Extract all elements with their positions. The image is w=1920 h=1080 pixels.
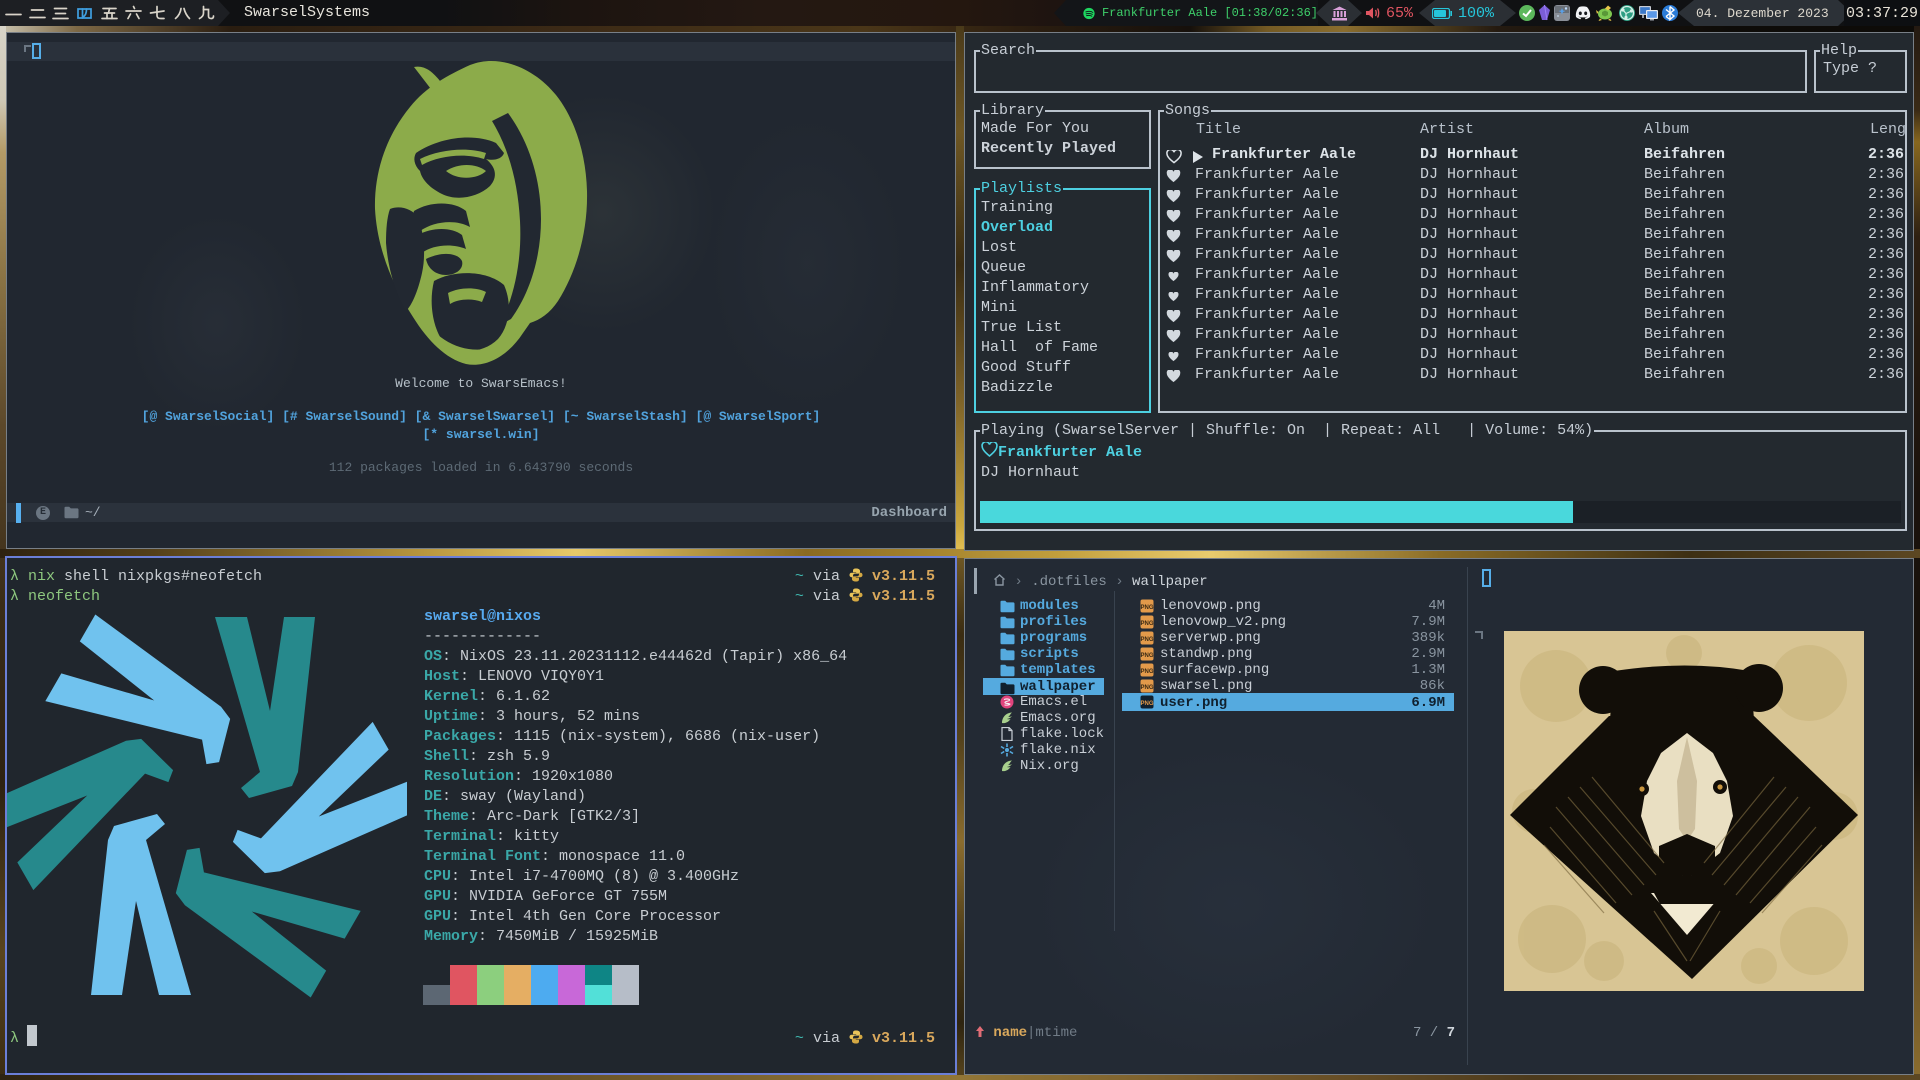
- svg-text:PNG: PNG: [1140, 653, 1153, 659]
- svg-text:PNG: PNG: [1140, 637, 1153, 643]
- svg-text:PNG: PNG: [1140, 621, 1153, 627]
- svg-text:PNG: PNG: [1140, 605, 1153, 611]
- svg-text:PNG: PNG: [1140, 701, 1153, 707]
- svg-text:PNG: PNG: [1140, 669, 1153, 675]
- svg-text:PNG: PNG: [1140, 685, 1153, 691]
